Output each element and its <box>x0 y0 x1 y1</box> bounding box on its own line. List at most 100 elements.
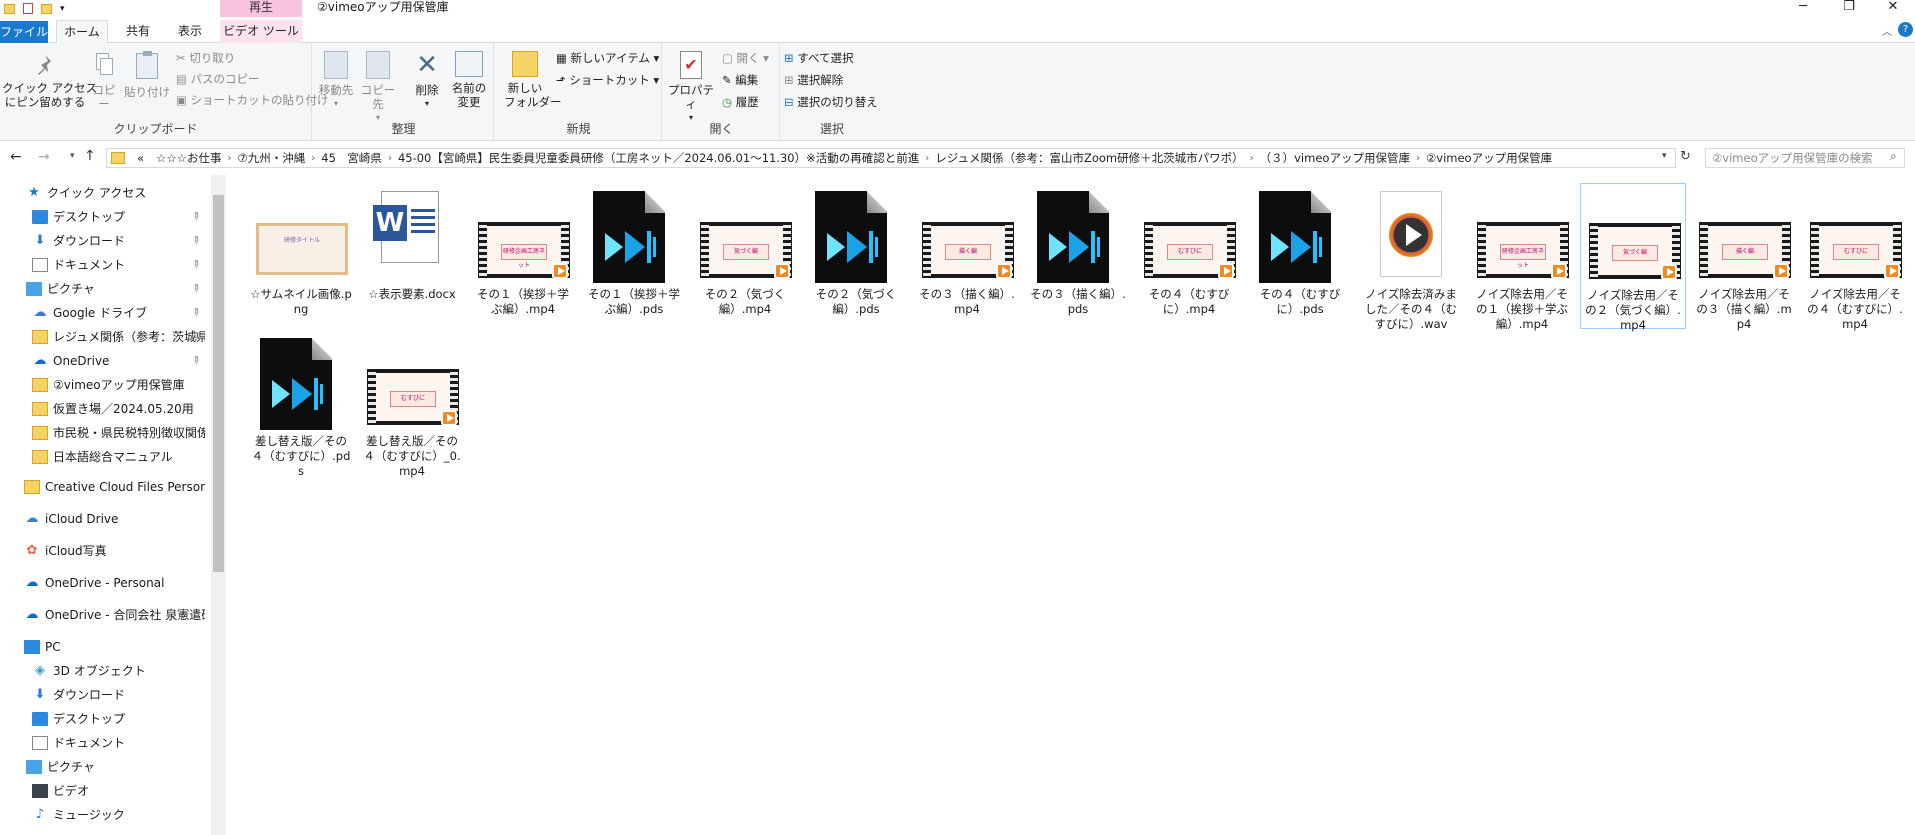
file-item[interactable]: 描く編 ノイズ除去用／その３（描く編）.mp4 <box>1691 183 1797 331</box>
nav-item[interactable]: ☁ iCloud Drive <box>24 508 205 530</box>
edit-button[interactable]: ✎ 編集 <box>722 71 758 89</box>
properties-check-icon[interactable] <box>23 3 33 14</box>
minimize-button[interactable]: ─ <box>1780 0 1826 17</box>
breadcrumb-separator-icon[interactable]: › <box>311 153 315 164</box>
history-button[interactable]: ◷ 履歴 <box>722 93 759 111</box>
copy-to-button[interactable]: コピー先 ▾ <box>358 51 398 125</box>
pin-quick-access-button[interactable]: クイック アクセス にピン留めする <box>2 53 97 109</box>
nav-item[interactable]: ピクチャ ✎ <box>26 278 205 300</box>
address-bar[interactable]: « ☆☆☆お仕事 › ⑦九州・沖縄 › 45 宮崎県 › 45-00【宮崎県】民生委員… <box>106 148 1676 168</box>
refresh-icon[interactable]: ↻ <box>1680 149 1691 164</box>
paste-button[interactable]: 貼り付け <box>124 51 170 99</box>
file-item[interactable]: 差し替え版／その４（むすびに）.pds <box>248 330 354 478</box>
nav-item[interactable]: Creative Cloud Files Personal Ac <box>24 476 205 498</box>
tab-view[interactable]: 表示 <box>167 20 213 43</box>
file-item[interactable]: 気づく編 その２（気づく編）.mp4 <box>692 183 798 329</box>
file-item[interactable]: その３（描く編）.pds <box>1025 183 1131 329</box>
file-item[interactable]: 研修企画工房ネット その１（挨拶＋学ぶ編）.mp4 <box>470 183 576 329</box>
nav-item[interactable]: PC <box>24 636 205 658</box>
delete-button[interactable]: ✕ 削除 ▾ <box>412 51 442 111</box>
file-item[interactable]: その４（むすびに）.pds <box>1247 183 1353 329</box>
back-arrow-icon[interactable]: ← <box>10 149 22 165</box>
nav-item[interactable]: デスクトップ ✎ <box>32 206 205 228</box>
breadcrumb-separator-icon[interactable]: › <box>1416 153 1420 164</box>
nav-item[interactable]: ◈ 3D オブジェクト <box>32 660 205 682</box>
breadcrumb-overflow[interactable]: « <box>137 151 144 165</box>
breadcrumb-separator-icon[interactable]: › <box>925 153 929 164</box>
new-folder-icon[interactable] <box>41 3 52 14</box>
rename-button[interactable]: 名前の 変更 <box>448 51 490 109</box>
nav-item[interactable]: ドキュメント <box>32 732 205 754</box>
properties-button[interactable]: ✔ プロパティ ▾ <box>666 51 716 125</box>
file-item[interactable]: 気づく編 ノイズ除去用／その２（気づく編）.mp4 <box>1580 183 1686 332</box>
nav-item[interactable]: 市民税・県民税特別徴収関係 <box>32 422 205 444</box>
nav-item[interactable]: ☁ OneDrive ✎ <box>32 350 205 372</box>
address-dropdown-chevron-icon[interactable]: ▾ <box>1662 151 1667 161</box>
cut-button[interactable]: ✂ 切り取り <box>176 49 235 67</box>
file-item[interactable]: 研修タイトル ☆サムネイル画像.png <box>248 183 354 329</box>
file-item[interactable]: 描く編 その３（描く編）.mp4 <box>914 183 1020 329</box>
nav-scrollbar-thumb[interactable] <box>213 195 224 572</box>
collapse-ribbon-icon[interactable]: ︿ <box>1882 23 1892 38</box>
file-item[interactable]: むすびに その４（むすびに）.mp4 <box>1136 183 1242 329</box>
copy-button[interactable]: コピー <box>88 53 120 111</box>
nav-item[interactable]: ✿ iCloud写真 <box>24 540 205 562</box>
close-button[interactable]: ✕ <box>1870 0 1915 17</box>
search-icon[interactable]: ⌕ <box>1890 149 1897 164</box>
paste-shortcut-button[interactable]: ▣ ショートカットの貼り付け <box>176 91 329 109</box>
recent-locations-chevron-icon[interactable]: ▾ <box>70 151 75 161</box>
file-item[interactable]: むすびに 差し替え版／その４（むすびに）_0.mp4 <box>359 330 465 478</box>
nav-item[interactable]: ②vimeoアップ用保管庫 <box>32 374 205 396</box>
nav-item[interactable]: ★ クイック アクセス <box>26 182 205 204</box>
select-none-button[interactable]: ⊞ 選択解除 <box>784 71 843 89</box>
nav-item[interactable]: ☁ Google ドライブ ✎ <box>32 302 205 324</box>
nav-item[interactable]: ⬇ ダウンロード <box>32 684 205 706</box>
nav-item[interactable]: ☁ OneDrive - Personal <box>24 572 205 594</box>
up-arrow-icon[interactable]: ↑ <box>84 148 96 164</box>
customize-chevron-icon[interactable]: ▾ <box>60 4 65 14</box>
file-item[interactable]: その１（挨拶＋学ぶ編）.pds <box>581 183 687 329</box>
nav-item[interactable]: レジュメ関係（参考：茨城県 ✎ <box>32 326 205 348</box>
copy-path-button[interactable]: ▤ パスのコピー <box>176 70 260 88</box>
breadcrumb-item[interactable]: レジュメ関係（参考：富山市Zoom研修＋北茨城市パワポ） <box>935 150 1243 166</box>
breadcrumb-item[interactable]: 45 宮崎県 <box>321 150 382 166</box>
breadcrumb-separator-icon[interactable]: › <box>1250 153 1254 164</box>
new-item-button[interactable]: ▦ 新しいアイテム ▾ <box>556 49 659 67</box>
file-item[interactable]: むすびに ノイズ除去用／その４（むすびに）.mp4 <box>1802 183 1908 331</box>
help-icon[interactable]: ? <box>1898 22 1913 37</box>
folder-icon[interactable] <box>4 3 15 14</box>
nav-item[interactable]: デスクトップ <box>32 708 205 730</box>
new-folder-button[interactable]: 新しい フォルダー <box>504 51 562 109</box>
open-button[interactable]: ▢ 開く ▾ <box>722 49 769 67</box>
file-item[interactable]: その２（気づく編）.pds <box>803 183 909 329</box>
nav-item[interactable]: ♪ ミュージック <box>32 804 205 826</box>
nav-item[interactable]: ビデオ <box>32 780 205 802</box>
breadcrumb-separator-icon[interactable]: › <box>388 153 392 164</box>
forward-arrow-icon[interactable]: → <box>38 149 50 165</box>
nav-item[interactable]: ⬇ ダウンロード ✎ <box>32 230 205 252</box>
tab-share[interactable]: 共有 <box>115 20 161 43</box>
breadcrumb-item[interactable]: ⑦九州・沖縄 <box>237 150 305 166</box>
tab-file[interactable]: ファイル <box>0 21 48 43</box>
nav-item[interactable]: 日本語総合マニュアル <box>32 446 205 468</box>
file-item[interactable]: 研修企画工房ネット ノイズ除去用／その１（挨拶＋学ぶ編）.mp4 <box>1469 183 1575 331</box>
search-input[interactable]: ②vimeoアップ用保管庫の検索 <box>1705 148 1905 168</box>
nav-item[interactable]: ☁ OneDrive - 合同会社 泉憲遣研修 <box>24 604 206 626</box>
breadcrumb-item[interactable]: ☆☆☆お仕事 <box>156 150 221 166</box>
tab-video-tools[interactable]: ビデオ ツール <box>220 20 302 43</box>
select-all-button[interactable]: ⊞ すべて選択 <box>784 49 854 67</box>
breadcrumb-item[interactable]: ②vimeoアップ用保管庫 <box>1426 150 1552 166</box>
maximize-button[interactable]: ❐ <box>1826 0 1872 17</box>
breadcrumb-separator-icon[interactable]: › <box>227 153 231 164</box>
shortcut-button[interactable]: ⬏ ショートカット ▾ <box>556 71 659 89</box>
tab-home[interactable]: ホーム <box>56 20 108 44</box>
breadcrumb-item[interactable]: （３）vimeoアップ用保管庫 <box>1260 150 1410 166</box>
file-item[interactable]: W ☆表示要素.docx <box>359 183 465 329</box>
move-to-button[interactable]: 移動先 ▾ <box>318 51 354 111</box>
breadcrumb-item[interactable]: 45-00【宮崎県】民生委員児童委員研修（工房ネット／2024.06.01〜11… <box>398 150 919 166</box>
nav-item[interactable]: ピクチャ <box>26 756 205 778</box>
file-item[interactable]: ノイズ除去済みました／その４（むすびに）.wav <box>1358 183 1464 331</box>
nav-item[interactable]: ドキュメント ✎ <box>32 254 205 276</box>
nav-item[interactable]: 仮置き場／2024.05.20用 <box>32 398 205 420</box>
invert-selection-button[interactable]: ⊟ 選択の切り替え <box>784 93 878 111</box>
